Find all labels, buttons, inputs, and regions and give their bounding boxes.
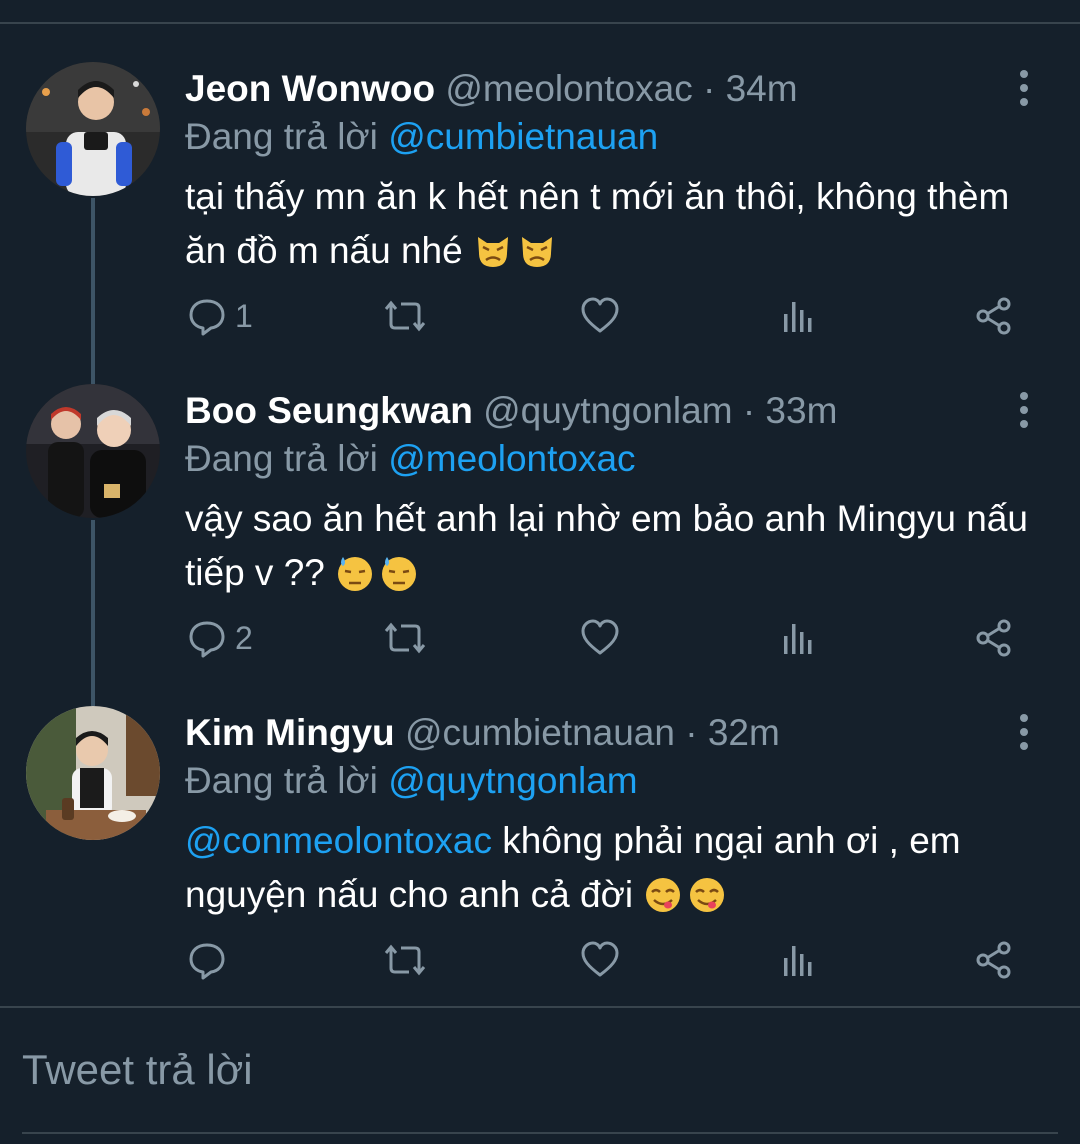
replying-to-handle[interactable]: @cumbietnauan (388, 116, 658, 157)
separator: · (703, 68, 716, 109)
analytics-button[interactable] (778, 616, 818, 660)
share-icon (976, 619, 1011, 657)
handle[interactable]: @quytngonlam (483, 390, 732, 431)
share-button[interactable] (974, 938, 1014, 982)
analytics-button[interactable] (778, 938, 818, 982)
tweet-text-content: vậy sao ăn hết anh lại nhờ em bảo anh Mi… (185, 498, 1028, 593)
heart-icon (581, 941, 619, 977)
replying-to-label: Đang trả lời (185, 760, 378, 801)
like-button[interactable] (580, 294, 620, 338)
share-icon (976, 297, 1011, 335)
avatar[interactable] (26, 62, 160, 196)
tweet-header: Jeon Wonwoo @meolontoxac · 34m (185, 64, 798, 114)
display-name[interactable]: Jeon Wonwoo (185, 68, 435, 109)
replying-to-label: Đang trả lời (185, 116, 378, 157)
more-options-icon[interactable] (1016, 70, 1032, 106)
retweet-icon (384, 622, 426, 654)
tweet-text: tại thấy mn ăn k hết nên t mới ăn thôi, … (185, 170, 1045, 278)
top-divider (0, 22, 1080, 24)
retweet-icon (384, 944, 426, 976)
yum-face-icon (646, 878, 681, 912)
avatar[interactable] (26, 384, 160, 518)
analytics-button[interactable] (778, 294, 818, 338)
more-options-icon[interactable] (1016, 392, 1032, 428)
tweet-actions: 2 (0, 616, 1080, 666)
reply-button[interactable] (187, 938, 235, 982)
reply-icon (189, 299, 225, 336)
timestamp[interactable]: 34m (726, 68, 798, 109)
more-options-icon[interactable] (1016, 714, 1032, 750)
reply-count: 2 (235, 619, 253, 656)
tweet-text: @conmeolontoxac không phải ngại anh ơi ,… (185, 814, 1045, 922)
replying-to-handle[interactable]: @quytngonlam (388, 760, 637, 801)
thread-line (91, 198, 95, 384)
cat-pouting-icon (478, 237, 508, 267)
timestamp[interactable]: 32m (708, 712, 780, 753)
like-button[interactable] (580, 938, 620, 982)
avatar[interactable] (26, 706, 160, 840)
analytics-icon (784, 624, 812, 654)
reply-icon (189, 621, 225, 658)
retweet-button[interactable] (383, 938, 427, 982)
display-name[interactable]: Boo Seungkwan (185, 390, 473, 431)
replying-to: Đang trả lời @cumbietnauan (185, 112, 658, 162)
reply-icon (189, 943, 225, 980)
reply-count: 1 (235, 297, 253, 334)
share-button[interactable] (974, 294, 1014, 338)
tweet-actions: 1 (0, 294, 1080, 344)
reply-compose-box[interactable]: Tweet trả lời (0, 1008, 1080, 1132)
display-name[interactable]: Kim Mingyu (185, 712, 395, 753)
replying-to: Đang trả lời @meolontoxac (185, 434, 636, 484)
downcast-sweat-face-icon (382, 557, 417, 591)
analytics-icon (784, 946, 812, 976)
tweet-text-content: tại thấy mn ăn k hết nên t mới ăn thôi, … (185, 176, 1010, 271)
heart-icon (581, 297, 619, 333)
downcast-sweat-face-icon (338, 557, 373, 591)
mention-link[interactable]: @conmeolontoxac (185, 820, 492, 861)
cat-pouting-icon (522, 237, 552, 267)
replying-to: Đang trả lời @quytngonlam (185, 756, 638, 806)
like-button[interactable] (580, 616, 620, 660)
replying-to-label: Đang trả lời (185, 438, 378, 479)
analytics-icon (784, 302, 812, 332)
timestamp[interactable]: 33m (765, 390, 837, 431)
retweet-button[interactable] (383, 294, 427, 338)
tweet-text: vậy sao ăn hết anh lại nhờ em bảo anh Mi… (185, 492, 1045, 600)
tweet-actions (0, 938, 1080, 988)
replying-to-handle[interactable]: @meolontoxac (388, 438, 635, 479)
separator: · (742, 390, 756, 431)
share-button[interactable] (974, 616, 1014, 660)
retweet-button[interactable] (383, 616, 427, 660)
reply-input-placeholder[interactable]: Tweet trả lời (22, 1046, 253, 1094)
handle[interactable]: @meolontoxac (445, 68, 692, 109)
reply-button[interactable]: 2 (187, 616, 253, 660)
tweet-header: Kim Mingyu @cumbietnauan · 32m (185, 708, 780, 758)
retweet-icon (384, 300, 426, 332)
yum-face-icon (690, 878, 725, 912)
share-icon (976, 941, 1011, 979)
separator: · (685, 712, 698, 753)
tweet-header: Boo Seungkwan @quytngonlam · 33m (185, 386, 837, 436)
handle[interactable]: @cumbietnauan (405, 712, 675, 753)
heart-icon (581, 619, 619, 655)
reply-input-underline (22, 1132, 1058, 1134)
thread-line (91, 520, 95, 706)
reply-button[interactable]: 1 (187, 294, 253, 338)
